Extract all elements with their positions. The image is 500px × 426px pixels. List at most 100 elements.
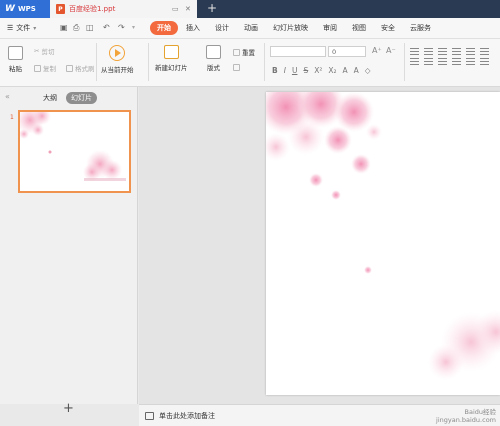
- slide-canvas[interactable]: [266, 92, 500, 395]
- copy-label: 复制: [43, 65, 56, 73]
- ribbon-divider: [96, 43, 97, 81]
- tab-review[interactable]: 审阅: [316, 21, 344, 35]
- file-menu[interactable]: ☰ 文件 ▾: [7, 23, 36, 33]
- tab-view[interactable]: 视图: [345, 21, 373, 35]
- preview-icon[interactable]: ◫: [86, 24, 94, 32]
- new-tab-button[interactable]: +: [207, 1, 217, 15]
- play-icon: [109, 45, 126, 61]
- bullets-icon[interactable]: [410, 48, 419, 55]
- slide-number: 1: [10, 114, 14, 121]
- slide-editor: [139, 87, 500, 404]
- italic-icon[interactable]: I: [284, 66, 286, 75]
- redo-icon[interactable]: ↷: [118, 24, 126, 32]
- section-button[interactable]: [233, 64, 240, 71]
- cherry-blossom-background: [266, 92, 500, 380]
- ribbon-toolbar: 粘贴 ✂ 剪切 复制 格式刷 从当前开始 新建幻灯片 版式 重置 0 A⁺ A⁻…: [0, 39, 500, 87]
- increase-font-icon[interactable]: A⁺: [372, 46, 382, 55]
- line-spacing-icon[interactable]: [466, 48, 475, 55]
- underline-icon[interactable]: U: [292, 66, 298, 75]
- format-painter-button[interactable]: 格式刷: [66, 63, 95, 73]
- document-tab-label: 百度经验1.ppt: [69, 5, 116, 13]
- align-left-icon[interactable]: [410, 58, 419, 65]
- columns-icon[interactable]: [480, 58, 489, 65]
- notes-bar[interactable]: 单击此处添加备注 Baidu经验 jingyan.baidu.com: [139, 404, 500, 426]
- tab-cloud-service[interactable]: 云服务: [403, 21, 438, 35]
- ppt-file-icon: P: [56, 4, 65, 14]
- ribbon-divider: [404, 43, 405, 81]
- brush-icon: [66, 64, 73, 72]
- increase-indent-icon[interactable]: [452, 48, 461, 55]
- menu-bar: ☰ 文件 ▾ ▣ ⎙ ◫ ↶ ↷ ▾ 开始 插入 设计 动画 幻灯片放映 审阅 …: [0, 18, 500, 39]
- menu-tabs: 开始 插入 设计 动画 幻灯片放映 审阅 视图 安全 云服务: [150, 21, 439, 35]
- tab-security[interactable]: 安全: [374, 21, 402, 35]
- play-from-current-label: 从当前开始: [101, 66, 134, 74]
- wps-app-button[interactable]: W WPS: [0, 0, 50, 18]
- text-effect-icon[interactable]: A: [354, 66, 359, 75]
- copy-button[interactable]: 复制: [34, 63, 56, 73]
- slide-thumbnail-image: [20, 112, 126, 181]
- tab-animation[interactable]: 动画: [237, 21, 265, 35]
- tab-design[interactable]: 设计: [208, 21, 236, 35]
- tab-slideshow[interactable]: 幻灯片放映: [266, 21, 315, 35]
- font-family-select[interactable]: [270, 46, 326, 57]
- tab-home[interactable]: 开始: [150, 21, 178, 35]
- notes-placeholder: 单击此处添加备注: [159, 411, 215, 420]
- font-color-icon[interactable]: A: [343, 66, 348, 75]
- quick-access-chevron-icon[interactable]: ▾: [132, 24, 140, 32]
- layout-label: 版式: [207, 64, 220, 72]
- justify-icon[interactable]: [452, 58, 461, 65]
- text-direction-icon[interactable]: [480, 48, 489, 55]
- decrease-font-icon[interactable]: A⁻: [386, 46, 396, 55]
- ribbon-divider: [148, 43, 149, 81]
- watermark-brand: Baidu经验: [464, 408, 497, 416]
- new-slide-label: 新建幻灯片: [155, 64, 188, 72]
- tab-slides[interactable]: 幻灯片: [66, 92, 97, 104]
- watermark-url: jingyan.baidu.com: [436, 416, 496, 424]
- app-name: WPS: [17, 5, 36, 13]
- reset-button[interactable]: 重置: [233, 47, 255, 57]
- undo-icon[interactable]: ↶: [103, 24, 111, 32]
- section-icon: [233, 64, 240, 71]
- add-slide-button[interactable]: +: [63, 401, 74, 416]
- wps-logo-icon: W: [5, 4, 15, 14]
- align-right-icon[interactable]: [438, 58, 447, 65]
- new-slide-icon: [163, 45, 179, 59]
- play-from-current-button[interactable]: 从当前开始: [101, 45, 134, 74]
- bold-icon[interactable]: B: [272, 66, 278, 75]
- watermark: Baidu经验 jingyan.baidu.com: [436, 408, 496, 424]
- save-icon[interactable]: ▣: [60, 24, 68, 32]
- distribute-icon[interactable]: [466, 58, 475, 65]
- slide-thumbnail[interactable]: [18, 110, 131, 193]
- note-icon: [145, 411, 154, 420]
- decrease-indent-icon[interactable]: [438, 48, 447, 55]
- cut-label: 剪切: [41, 48, 55, 56]
- subscript-icon[interactable]: X₂: [328, 66, 336, 75]
- tab-outline[interactable]: 大纲: [38, 92, 62, 104]
- paste-button[interactable]: 粘贴: [8, 46, 23, 73]
- strikethrough-icon[interactable]: S: [303, 66, 308, 75]
- document-tab[interactable]: P 百度经验1.ppt ▭ ✕: [50, 0, 197, 18]
- eraser-icon[interactable]: ◇: [365, 66, 371, 75]
- file-menu-label: 文件: [16, 24, 31, 32]
- chevron-down-icon: ▾: [33, 24, 37, 32]
- text-format-group: B I U S X² X₂ A A ◇: [272, 66, 371, 75]
- layout-button[interactable]: 版式: [206, 45, 221, 72]
- new-slide-button[interactable]: 新建幻灯片: [155, 45, 188, 72]
- numbering-icon[interactable]: [424, 48, 433, 55]
- reset-icon: [233, 48, 240, 56]
- superscript-icon[interactable]: X²: [314, 66, 322, 75]
- print-icon[interactable]: ⎙: [73, 24, 81, 32]
- align-center-icon[interactable]: [424, 58, 433, 65]
- font-size-value: 0: [332, 47, 337, 56]
- restore-window-icon[interactable]: ▭: [172, 5, 179, 13]
- close-tab-icon[interactable]: ✕: [185, 5, 191, 13]
- collapse-panel-icon[interactable]: «: [5, 92, 10, 101]
- format-painter-label: 格式刷: [75, 65, 95, 73]
- copy-icon: [34, 64, 41, 72]
- cut-button[interactable]: ✂ 剪切: [34, 46, 54, 56]
- tab-insert[interactable]: 插入: [179, 21, 207, 35]
- layout-icon: [206, 45, 221, 59]
- hamburger-icon: ☰: [7, 24, 14, 32]
- ribbon-divider: [264, 43, 265, 81]
- font-size-select[interactable]: 0: [328, 46, 366, 57]
